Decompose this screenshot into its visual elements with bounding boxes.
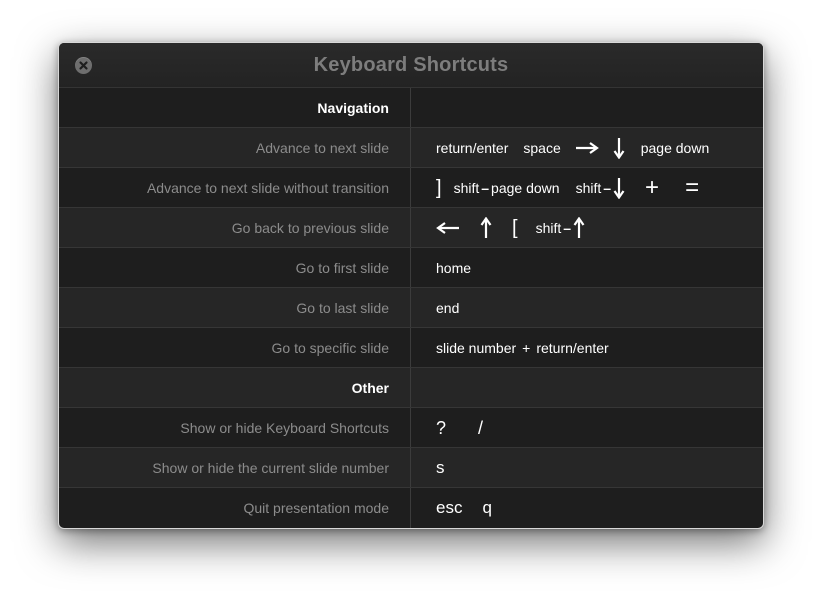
shortcut-row-next-slide: Advance to next slide return/enter space… — [59, 128, 763, 168]
keys-cell — [411, 88, 763, 127]
keys-cell: ? / — [411, 408, 763, 447]
key-return-enter: return/enter — [436, 139, 509, 156]
shortcut-row-next-no-transition: Advance to next slide without transition… — [59, 168, 763, 208]
section-header-other: Other — [59, 368, 763, 408]
key-end: end — [436, 299, 460, 316]
arrow-down-icon — [613, 137, 625, 159]
section-title: Navigation — [59, 88, 411, 127]
keys-cell — [411, 368, 763, 407]
keys-cell: esc q — [411, 488, 763, 528]
section-header-navigation: Navigation — [59, 88, 763, 128]
shortcut-label: Advance to next slide — [59, 128, 411, 167]
key-q: q — [482, 498, 492, 517]
dialog-titlebar: Keyboard Shortcuts — [59, 43, 763, 88]
shortcut-row-specific-slide: Go to specific slide slide number + retu… — [59, 328, 763, 368]
shortcut-label: Advance to next slide without transition — [59, 168, 411, 207]
key-s: s — [436, 457, 445, 477]
key-right-bracket: ] — [436, 176, 442, 199]
key-slide-number: slide number — [436, 339, 517, 356]
shortcut-label: Go to first slide — [59, 248, 411, 287]
arrow-right-icon — [575, 141, 599, 155]
shortcut-label: Show or hide the current slide number — [59, 448, 411, 487]
key-shift: shift — [575, 179, 602, 196]
key-plus: + — [645, 173, 660, 201]
shortcut-row-quit: Quit presentation mode esc q — [59, 488, 763, 528]
arrow-left-icon — [436, 221, 460, 235]
combo-plus: + — [522, 339, 531, 356]
combo-dash: – — [481, 179, 490, 196]
key-home: home — [436, 259, 472, 276]
key-return-enter: return/enter — [536, 339, 609, 356]
keys-cell: end — [411, 288, 763, 327]
shortcut-row-first-slide: Go to first slide home — [59, 248, 763, 288]
key-left-bracket: [ — [512, 216, 518, 239]
keys-cell: ] shift – page down shift – + = — [411, 168, 763, 207]
shortcut-label: Go to last slide — [59, 288, 411, 327]
keyboard-shortcuts-dialog: Keyboard Shortcuts Navigation Advance to… — [58, 42, 764, 529]
keys-cell: slide number + return/enter — [411, 328, 763, 367]
shortcut-label: Show or hide Keyboard Shortcuts — [59, 408, 411, 447]
key-shift: shift — [535, 219, 562, 236]
arrow-up-icon — [573, 216, 585, 239]
keys-cell: [ shift – — [411, 208, 763, 247]
key-page-down: page down — [491, 179, 560, 196]
keys-cell: return/enter space page down — [411, 128, 763, 167]
key-space: space — [523, 139, 561, 156]
section-title: Other — [59, 368, 411, 407]
dialog-title: Keyboard Shortcuts — [313, 54, 509, 76]
shortcut-row-prev-slide: Go back to previous slide [ shift – — [59, 208, 763, 248]
key-slash: / — [478, 417, 484, 438]
combo-dash: – — [603, 179, 612, 196]
shortcut-label: Go to specific slide — [59, 328, 411, 367]
combo-dash: – — [563, 219, 572, 236]
shortcut-row-toggle-slide-number: Show or hide the current slide number s — [59, 448, 763, 488]
key-question-mark: ? — [436, 417, 447, 438]
arrow-up-icon — [480, 216, 492, 239]
shortcut-row-last-slide: Go to last slide end — [59, 288, 763, 328]
key-esc: esc — [436, 498, 463, 517]
shortcuts-table: Navigation Advance to next slide return/… — [59, 88, 763, 528]
key-equals: = — [685, 173, 700, 201]
key-shift: shift — [453, 179, 480, 196]
shortcut-label: Go back to previous slide — [59, 208, 411, 247]
shortcut-row-toggle-shortcuts: Show or hide Keyboard Shortcuts ? / — [59, 408, 763, 448]
keys-cell: home — [411, 248, 763, 287]
key-page-down: page down — [640, 139, 710, 156]
shortcut-label: Quit presentation mode — [59, 488, 411, 528]
arrow-down-icon — [613, 177, 625, 199]
keys-cell: s — [411, 448, 763, 487]
